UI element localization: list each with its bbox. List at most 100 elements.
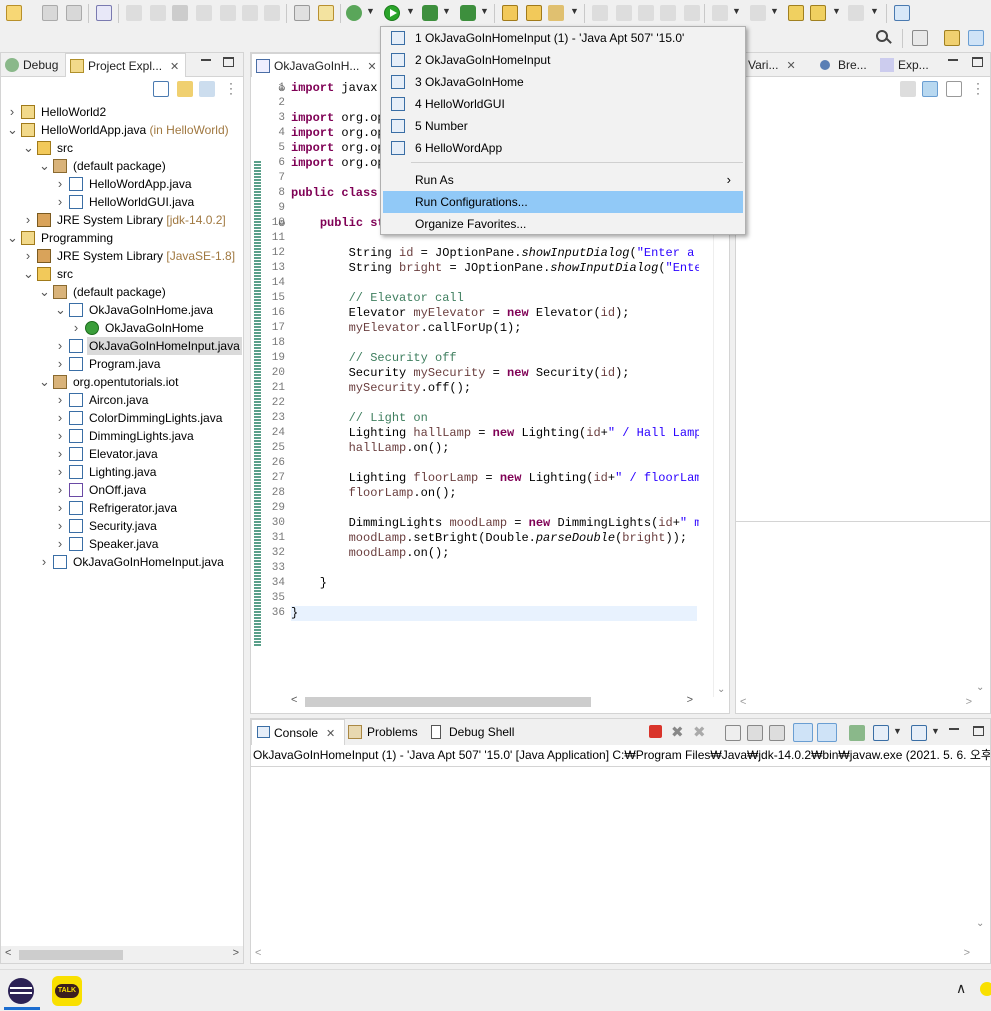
tree-item[interactable]: › Elevator.java [1, 445, 243, 463]
collapsed-chevron-icon[interactable]: › [55, 517, 65, 535]
collapsed-chevron-icon[interactable]: › [55, 337, 65, 355]
run-history-item[interactable]: 6 HelloWordApp [383, 137, 743, 159]
toggle-breadcrumb-icon[interactable] [616, 5, 632, 21]
kakaotalk-taskbar-button[interactable]: TALK [52, 976, 82, 1006]
tree-item[interactable]: › Program.java [1, 355, 243, 373]
open-console-dropdown-icon[interactable]: ▼ [931, 726, 940, 736]
clear-console-icon[interactable] [725, 725, 741, 741]
collapsed-chevron-icon[interactable]: › [55, 499, 65, 517]
forward-icon[interactable] [848, 5, 864, 21]
new-java-project-icon[interactable] [502, 5, 518, 21]
new-icon[interactable] [6, 5, 22, 21]
details-scrollbar[interactable]: ⌄ [974, 523, 988, 693]
external-tools-dropdown-icon[interactable]: ▼ [480, 6, 489, 16]
remove-launch-icon[interactable]: ✖ [671, 723, 684, 741]
collapsed-chevron-icon[interactable]: › [55, 463, 65, 481]
show-hidden-icons-icon[interactable]: ∧ [956, 980, 966, 997]
debug-dropdown-icon[interactable]: ▼ [366, 6, 375, 16]
collapsed-chevron-icon[interactable]: › [7, 103, 17, 121]
collapsed-chevron-icon[interactable]: › [23, 247, 33, 265]
maximize-icon[interactable] [972, 57, 983, 67]
tab-debug[interactable]: Debug [1, 53, 64, 77]
search-tool-icon[interactable] [548, 5, 564, 21]
tree-item[interactable]: › Refrigerator.java [1, 499, 243, 517]
show-console-stderr-icon[interactable] [817, 723, 837, 742]
tree-item[interactable]: › Lighting.java [1, 463, 243, 481]
expanded-chevron-icon[interactable]: ⌄ [39, 373, 50, 391]
tab-project-explorer[interactable]: Project Expl... ✕ [65, 53, 187, 77]
minimize-icon[interactable] [949, 728, 959, 730]
view-menu-icon[interactable]: · · · [229, 77, 233, 99]
tree-item[interactable]: › HelloWorld2 [1, 103, 243, 121]
tree-item[interactable]: › JRE System Library [JavaSE-1.8] [1, 247, 243, 265]
collapsed-chevron-icon[interactable]: › [55, 355, 65, 373]
close-icon[interactable]: ✕ [786, 54, 795, 78]
external-tools-icon[interactable] [460, 5, 476, 21]
collapsed-chevron-icon[interactable]: › [55, 193, 65, 211]
next-annotation-dropdown-icon[interactable]: ▼ [732, 6, 741, 16]
tab-breakpoints[interactable]: Bre... [816, 53, 873, 77]
run-history-item[interactable]: 3 OkJavaGoInHome [383, 71, 743, 93]
collapsed-chevron-icon[interactable]: › [55, 409, 65, 427]
tree-item[interactable]: ⌄ HelloWorldApp.java (in HelloWorld) [1, 121, 243, 139]
collapse-all-icon[interactable] [946, 81, 962, 97]
next-annotation-icon[interactable] [712, 5, 728, 21]
expanded-chevron-icon[interactable]: ⌄ [7, 229, 18, 247]
tree-item[interactable]: › ColorDimmingLights.java [1, 409, 243, 427]
tree-item[interactable]: › OnOff.java [1, 481, 243, 499]
filter-icon[interactable] [199, 81, 215, 97]
toggle-mark-occurrences-icon[interactable] [592, 5, 608, 21]
minimize-icon[interactable] [948, 59, 958, 61]
open-type-icon[interactable] [526, 5, 542, 21]
tree-item[interactable]: ⌄ (default package) [1, 283, 243, 301]
tree-item[interactable]: › OkJavaGoInHome [1, 319, 243, 337]
tree-item[interactable]: ⌄ OkJavaGoInHome.java [1, 301, 243, 319]
maximize-icon[interactable] [223, 57, 234, 67]
run-configurations-menu-item[interactable]: Run Configurations... [383, 191, 743, 213]
run-history-item[interactable]: 2 OkJavaGoInHomeInput [383, 49, 743, 71]
open-console-icon[interactable] [911, 725, 927, 741]
tree-item[interactable]: › Security.java [1, 517, 243, 535]
use-step-filters-icon[interactable] [318, 5, 334, 21]
link-with-editor-icon[interactable] [177, 81, 193, 97]
last-edit-location-icon[interactable] [788, 5, 804, 21]
expanded-chevron-icon[interactable]: ⌄ [7, 121, 18, 139]
tree-item[interactable]: › DimmingLights.java [1, 427, 243, 445]
expanded-chevron-icon[interactable]: ⌄ [23, 139, 34, 157]
horizontal-scrollbar[interactable]: < > [1, 946, 243, 963]
previous-annotation-icon[interactable] [750, 5, 766, 21]
save-icon[interactable] [42, 5, 58, 21]
tree-item[interactable]: › OkJavaGoInHomeInput.java [1, 553, 243, 571]
pin-console-icon[interactable] [849, 725, 865, 741]
tree-item[interactable]: ⌄ src [1, 265, 243, 283]
skip-breakpoints-icon[interactable] [96, 5, 112, 21]
eclipse-taskbar-button[interactable] [4, 974, 40, 1010]
tab-problems[interactable]: Problems [345, 719, 418, 745]
collapsed-chevron-icon[interactable]: › [55, 175, 65, 193]
tree-item[interactable]: ⌄ (default package) [1, 157, 243, 175]
tab-console[interactable]: Console ✕ [251, 719, 345, 745]
minimize-icon[interactable] [201, 59, 211, 61]
collapsed-chevron-icon[interactable]: › [55, 427, 65, 445]
block-selection-icon[interactable] [638, 5, 654, 21]
tab-expressions[interactable]: Exp... [876, 53, 935, 77]
collapsed-chevron-icon[interactable]: › [55, 391, 65, 409]
coverage-icon[interactable] [422, 5, 438, 21]
organize-favorites-menu-item[interactable]: Organize Favorites... [383, 213, 743, 235]
show-logical-structure-icon[interactable] [922, 81, 938, 97]
kakaotalk-tray-icon[interactable] [980, 982, 991, 996]
drop-to-frame-icon[interactable] [294, 5, 310, 21]
resume-icon[interactable] [126, 5, 142, 21]
debug-perspective-icon[interactable] [968, 30, 984, 46]
step-into-icon[interactable] [220, 5, 236, 21]
display-console-dropdown-icon[interactable]: ▼ [893, 726, 902, 736]
forward-dropdown-icon[interactable]: ▼ [870, 6, 879, 16]
run-dropdown-icon[interactable]: ▼ [406, 6, 415, 16]
fold-toggle-icon[interactable]: ⊖ [278, 81, 286, 96]
expanded-chevron-icon[interactable]: ⌄ [39, 157, 50, 175]
tab-debug-shell[interactable]: Debug Shell [427, 719, 514, 745]
tree-item[interactable]: › HelloWordApp.java [1, 175, 243, 193]
display-selected-console-icon[interactable] [873, 725, 889, 741]
search-dropdown-icon[interactable]: ▼ [570, 6, 579, 16]
tree-item[interactable]: › HelloWorldGUI.java [1, 193, 243, 211]
